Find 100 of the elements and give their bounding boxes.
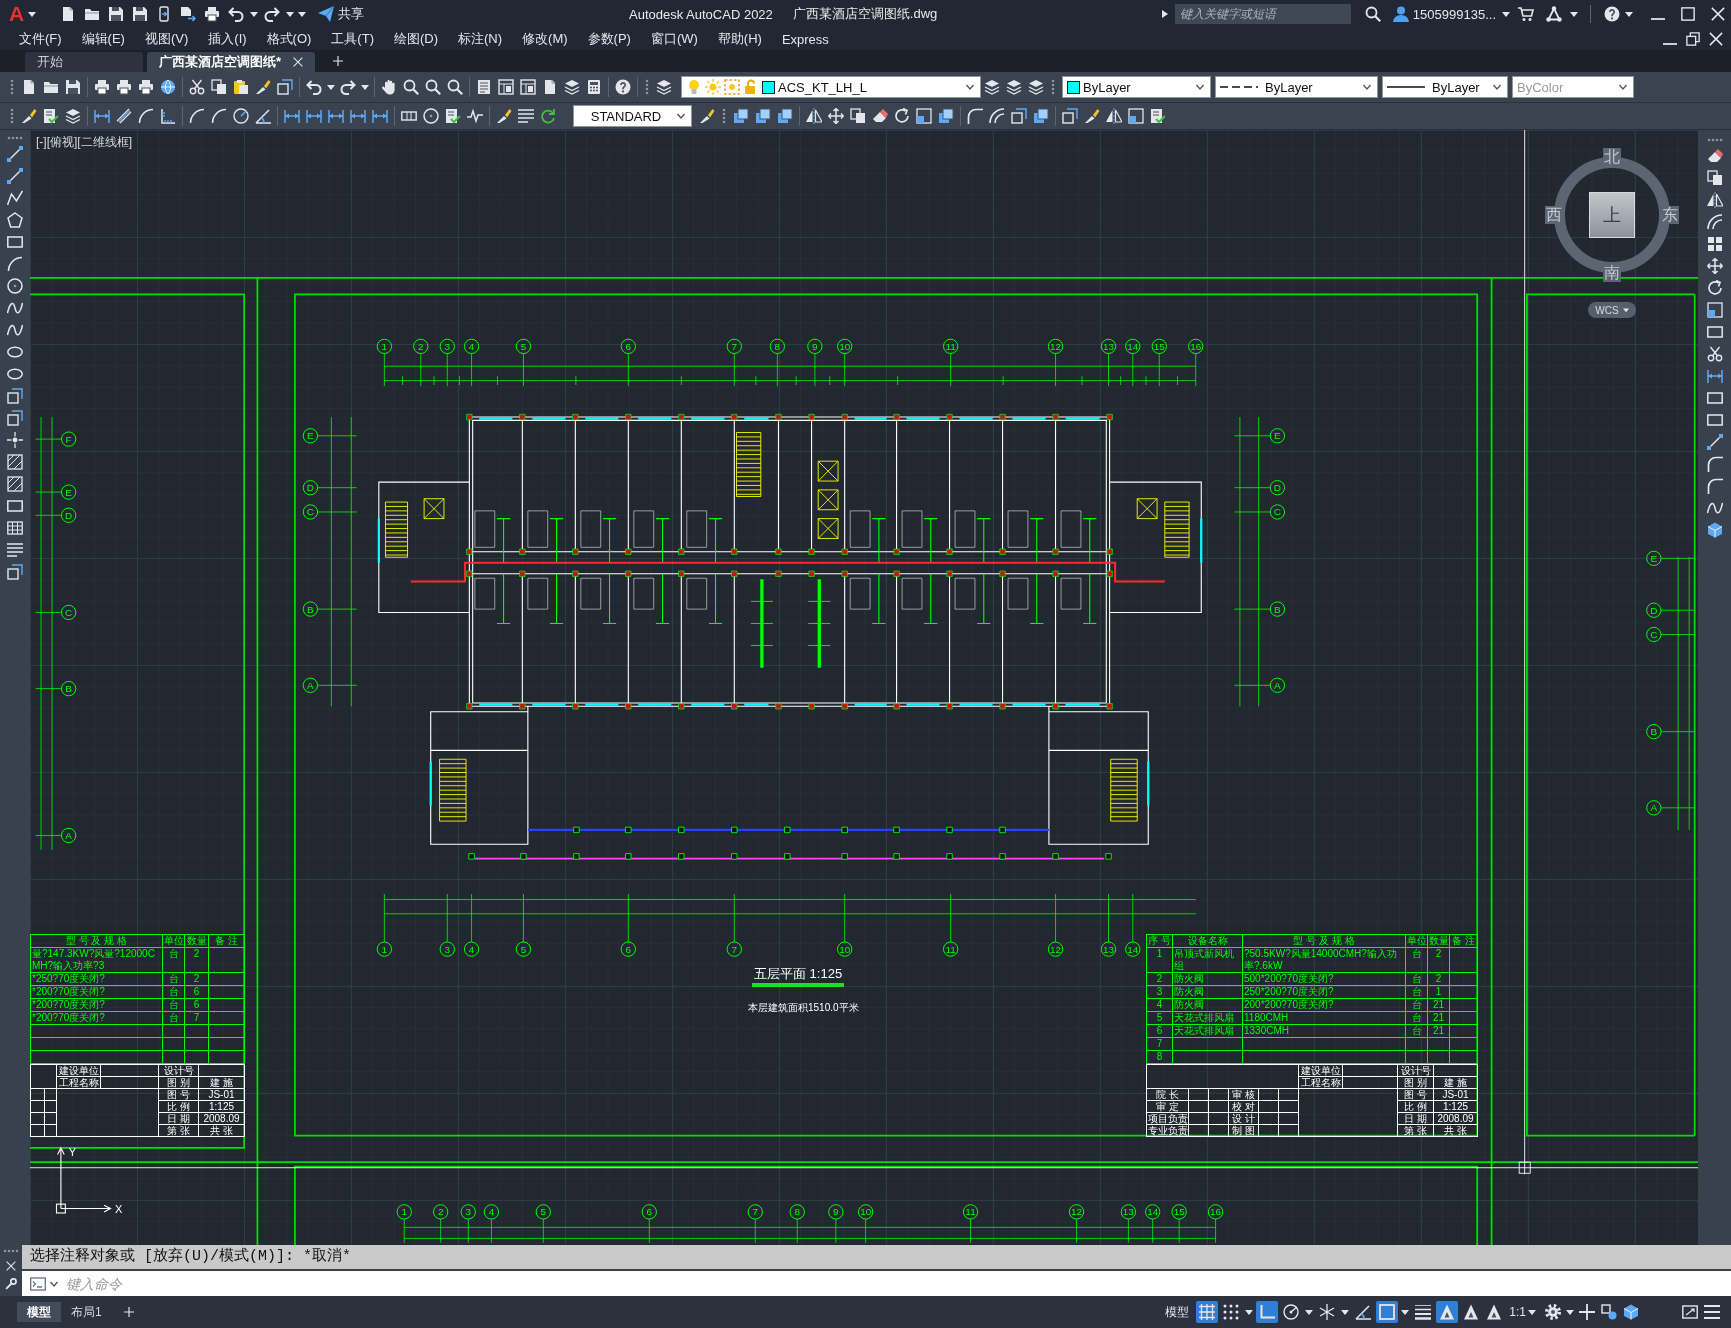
grid-icon[interactable]	[1196, 1301, 1219, 1323]
linetype-dropdown[interactable]: ByLayer	[1215, 76, 1378, 98]
share-button[interactable]: 共享	[318, 5, 365, 23]
table-grid-icon[interactable]	[7, 520, 23, 536]
rotate-arrow-icon[interactable]	[1706, 280, 1723, 296]
dimension-icon[interactable]	[1706, 368, 1723, 384]
plus-icon[interactable]	[1579, 1304, 1595, 1320]
menu-item[interactable]: 标注(N)	[448, 28, 513, 50]
brush-icon[interactable]	[255, 79, 271, 95]
menu-icon[interactable]	[1704, 1304, 1720, 1320]
rotate-arrow-icon[interactable]	[894, 108, 910, 124]
caret-icon[interactable]	[250, 10, 259, 18]
grip-icon[interactable]	[10, 79, 14, 95]
curve-icon[interactable]	[1706, 500, 1723, 516]
plus-icon[interactable]	[123, 1307, 134, 1317]
grip-horizontal-icon[interactable]	[3, 1249, 19, 1253]
fullscreen-icon[interactable]	[1682, 1304, 1698, 1320]
restore-icon[interactable]	[1686, 32, 1700, 46]
panel-icon[interactable]	[520, 79, 536, 95]
printer-icon[interactable]	[94, 79, 110, 95]
circle-icon[interactable]	[7, 278, 23, 294]
block-icon[interactable]	[7, 388, 23, 404]
panel-icon[interactable]	[498, 79, 514, 95]
curve-icon[interactable]	[7, 300, 23, 316]
caret-icon[interactable]	[1401, 1308, 1410, 1316]
maximize-icon[interactable]	[1681, 7, 1695, 21]
layers-icon[interactable]	[656, 79, 672, 95]
wrench-icon[interactable]	[5, 1278, 17, 1290]
help-icon[interactable]	[1604, 6, 1620, 22]
rectangle-icon[interactable]	[7, 498, 23, 514]
tab[interactable]: 广西某酒店空调图纸*	[147, 52, 316, 72]
lineweight-dropdown[interactable]: ByLayer	[1382, 76, 1508, 98]
compass-label[interactable]: 北	[1603, 148, 1621, 166]
grip-horizontal-icon[interactable]	[1706, 138, 1723, 142]
caret-icon[interactable]	[327, 83, 335, 91]
scissors-icon[interactable]	[189, 79, 205, 95]
rectangle-icon[interactable]	[1706, 324, 1723, 340]
copy-icon[interactable]	[211, 79, 227, 95]
stacked-squares-icon[interactable]	[733, 108, 749, 124]
document-icon[interactable]	[542, 79, 558, 95]
isolate-icon[interactable]	[1601, 1304, 1617, 1320]
angle-icon[interactable]	[255, 108, 271, 124]
arc-icon[interactable]	[7, 256, 23, 272]
ellipse-icon[interactable]	[7, 366, 23, 382]
stacked-squares-icon[interactable]	[755, 108, 771, 124]
layers-icon[interactable]	[1028, 79, 1044, 95]
checklist-icon[interactable]	[1150, 108, 1166, 124]
circle-icon[interactable]	[423, 108, 439, 124]
caret-right-icon[interactable]	[1160, 10, 1169, 18]
caret-icon[interactable]	[1341, 1308, 1350, 1316]
cube-icon[interactable]	[1706, 522, 1723, 538]
brush-icon[interactable]	[1084, 108, 1100, 124]
parallel-arcs-icon[interactable]	[1706, 214, 1723, 230]
four-arrows-icon[interactable]	[828, 108, 844, 124]
model-space-button[interactable]: 模型	[1165, 1303, 1190, 1321]
layout-tab[interactable]: 布局1	[61, 1302, 112, 1322]
search-field[interactable]: 键入关键字或短语	[1174, 4, 1351, 24]
menu-item[interactable]: Express	[771, 28, 839, 50]
caret-icon[interactable]	[1625, 10, 1633, 18]
dimension-icon[interactable]	[306, 108, 322, 124]
triangle-nodes-icon[interactable]	[1546, 6, 1562, 22]
pentagon-icon[interactable]	[7, 212, 23, 228]
menu-item[interactable]: 插入(I)	[198, 28, 257, 50]
caret-icon[interactable]	[1570, 10, 1578, 18]
menu-item[interactable]: 工具(T)	[321, 28, 384, 50]
plus-icon[interactable]	[333, 56, 344, 66]
caret-icon[interactable]	[1566, 1308, 1574, 1316]
compass-label[interactable]: 西	[1545, 206, 1563, 224]
arc-icon[interactable]	[189, 108, 205, 124]
layout-tab[interactable]: 模型	[17, 1302, 61, 1322]
ellipse-icon[interactable]	[7, 344, 23, 360]
eraser-icon[interactable]	[872, 108, 888, 124]
cart-icon[interactable]	[1518, 6, 1534, 22]
grip-horizontal-icon[interactable]	[7, 136, 23, 140]
stacked-squares-icon[interactable]	[938, 108, 954, 124]
magnifier-icon[interactable]	[403, 79, 419, 95]
globe-icon[interactable]	[160, 79, 176, 95]
checklist-icon[interactable]	[445, 108, 461, 124]
caret-icon[interactable]	[1305, 1308, 1314, 1316]
ucs-menu-button[interactable]: WCS	[1588, 302, 1636, 318]
grip-icon[interactable]	[722, 108, 726, 124]
help-icon[interactable]	[615, 79, 631, 95]
redo-icon[interactable]	[264, 6, 281, 22]
viewcube-face[interactable]: 上	[1589, 192, 1635, 238]
document-arrow-icon[interactable]	[180, 6, 197, 22]
document-icon[interactable]	[21, 79, 37, 95]
stacked-squares-icon[interactable]	[777, 108, 793, 124]
checklist-icon[interactable]	[43, 108, 59, 124]
eraser-icon[interactable]	[1706, 148, 1723, 164]
layers-icon[interactable]	[1006, 79, 1022, 95]
block-icon[interactable]	[1062, 108, 1078, 124]
menu-item[interactable]: 编辑(E)	[71, 28, 135, 50]
line-segment-icon[interactable]	[1706, 434, 1723, 450]
settings-icon[interactable]	[1545, 1304, 1561, 1320]
close-icon[interactable]	[1709, 32, 1723, 46]
brush-icon[interactable]	[21, 108, 37, 124]
rounded-corner-icon[interactable]	[1706, 456, 1723, 472]
line-segment-icon[interactable]	[7, 146, 23, 162]
printer-icon[interactable]	[116, 79, 132, 95]
parallel-arcs-icon[interactable]	[989, 108, 1005, 124]
